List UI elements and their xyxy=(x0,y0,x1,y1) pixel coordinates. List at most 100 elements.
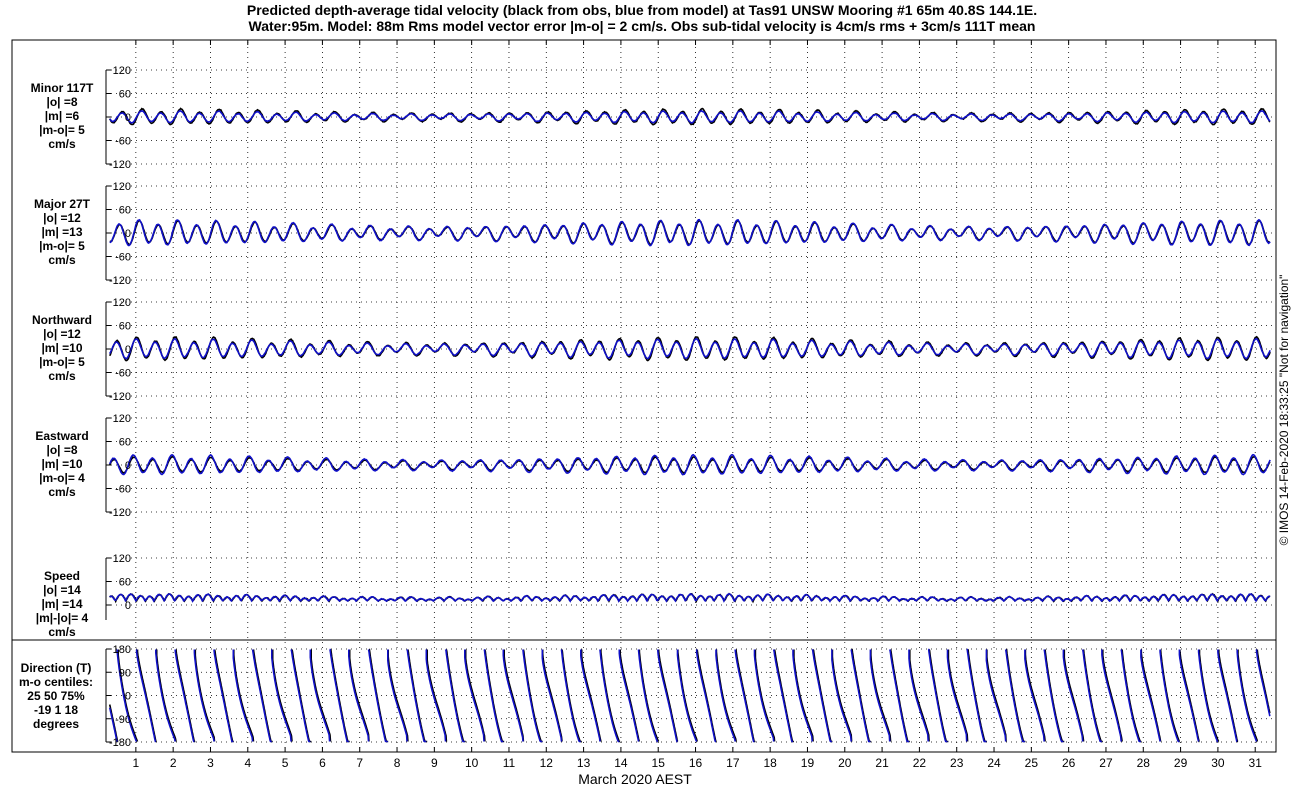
x-tick-label: 5 xyxy=(282,756,289,770)
y-tick-label: 60 xyxy=(119,437,131,449)
panel-label: |m| =6 xyxy=(45,109,80,123)
panel-label: |m-o|= 5 xyxy=(39,123,85,137)
y-tick-label: -60 xyxy=(115,136,131,148)
panel-label: |m|-|o|= 4 xyxy=(36,611,89,625)
panel-label: -19 1 18 xyxy=(34,703,78,717)
x-tick-label: 17 xyxy=(726,756,740,770)
y-tick-label: -180 xyxy=(109,737,131,749)
x-tick-label: 7 xyxy=(356,756,363,770)
y-tick-label: 0 xyxy=(125,228,131,240)
panel-label: cm/s xyxy=(48,137,76,151)
panel-label: |m| =14 xyxy=(41,597,82,611)
x-tick-label: 6 xyxy=(319,756,326,770)
y-tick-label: 120 xyxy=(113,181,131,193)
panel-label: degrees xyxy=(33,717,79,731)
x-tick-label: 23 xyxy=(950,756,964,770)
y-tick-label: 90 xyxy=(119,667,131,679)
y-tick-label: 60 xyxy=(119,577,131,589)
y-tick-label: -120 xyxy=(109,275,131,287)
y-tick-label: 0 xyxy=(125,344,131,356)
y-tick-label: -60 xyxy=(115,484,131,496)
x-tick-label: 15 xyxy=(652,756,666,770)
x-tick-label: 21 xyxy=(875,756,889,770)
panel-label: 25 50 75% xyxy=(27,689,85,703)
x-tick-label: 4 xyxy=(244,756,251,770)
x-tick-label: 3 xyxy=(207,756,214,770)
x-tick-label: 20 xyxy=(838,756,852,770)
model-direction-line xyxy=(108,648,1271,743)
upper-frame xyxy=(11,39,1277,641)
x-tick-label: 1 xyxy=(133,756,140,770)
panel-label: Minor 117T xyxy=(31,81,94,95)
panel-label: Northward xyxy=(32,313,92,327)
panel-label: |m| =13 xyxy=(41,225,82,239)
panel-label: cm/s xyxy=(48,253,76,267)
chart-series xyxy=(108,107,1271,743)
panel-label: m-o centiles: xyxy=(19,675,93,689)
y-tick-labels: 120 60 0 -60 -120 120 60 0 -60 -120 120 60 0 -60 -120 1… xyxy=(109,65,131,749)
panel-label: |o| =8 xyxy=(46,95,77,109)
x-tick-label: 10 xyxy=(465,756,479,770)
x-tick-label: 16 xyxy=(689,756,703,770)
x-tick-label: 13 xyxy=(577,756,591,770)
x-tick-label: 14 xyxy=(614,756,628,770)
x-tick-label: 9 xyxy=(431,756,438,770)
panel-label: |m-o|= 5 xyxy=(39,239,85,253)
y-tick-label: 120 xyxy=(113,297,131,309)
copyright-text: © IMOS 14-Feb-2020 18:33:25 "Not for nav… xyxy=(1277,275,1291,546)
x-tick-label: 19 xyxy=(801,756,815,770)
panel-label: |m-o|= 5 xyxy=(39,355,85,369)
panel-label: cm/s xyxy=(48,625,76,639)
y-tick-label: 180 xyxy=(113,644,131,656)
x-tick-label: 26 xyxy=(1062,756,1076,770)
x-tick-label: 29 xyxy=(1174,756,1188,770)
panel-label: cm/s xyxy=(48,485,76,499)
x-tick-label: 27 xyxy=(1099,756,1113,770)
x-axis-label: March 2020 AEST xyxy=(578,771,692,787)
y-tick-label: 60 xyxy=(119,89,131,101)
y-tick-label: 120 xyxy=(113,65,131,77)
panel-label: cm/s xyxy=(48,369,76,383)
y-tick-label: -60 xyxy=(115,368,131,380)
y-tick-label: 0 xyxy=(125,691,131,703)
x-tick-label: 8 xyxy=(394,756,401,770)
y-tick-label: 60 xyxy=(119,321,131,333)
y-tick-label: 120 xyxy=(113,553,131,565)
x-tick-label: 18 xyxy=(763,756,777,770)
y-tick-label: 0 xyxy=(125,600,131,612)
y-tick-label: -120 xyxy=(109,507,131,519)
y-tick-label: -120 xyxy=(109,159,131,171)
x-tick-label: 25 xyxy=(1025,756,1039,770)
panel-label: |m| =10 xyxy=(41,457,82,471)
x-tick-label: 22 xyxy=(913,756,927,770)
y-tick-label: -120 xyxy=(109,391,131,403)
y-tick-label: 120 xyxy=(113,413,131,425)
chart-grid xyxy=(105,40,1272,752)
panel-labels: Minor 117T|o| =8|m| =6|m-o|= 5cm/sMajor … xyxy=(19,81,94,731)
x-tick-label: 11 xyxy=(503,756,516,770)
x-axis: March 2020 AEST 1 2 3 4 5 6 7 8 9 10 11 12 13 14 15 16 1… xyxy=(133,756,1263,787)
y-tick-label: -60 xyxy=(115,252,131,264)
panel-label: |o| =12 xyxy=(43,327,81,341)
model-series-line xyxy=(109,592,1271,603)
panel-label: Direction (T) xyxy=(21,661,92,675)
panel-label: |o| =8 xyxy=(46,443,77,457)
x-tick-label: 30 xyxy=(1211,756,1225,770)
y-tick-label: 60 xyxy=(119,205,131,217)
x-tick-label: 24 xyxy=(987,756,1001,770)
x-tick-label: 31 xyxy=(1249,756,1263,770)
panel-label: Major 27T xyxy=(34,197,91,211)
panel-label: |m-o|= 4 xyxy=(39,471,85,485)
y-tick-label: 0 xyxy=(125,460,131,472)
y-tick-label: 0 xyxy=(125,112,131,124)
x-tick-label: 2 xyxy=(170,756,177,770)
y-tick-label: -90 xyxy=(115,714,131,726)
panel-label: |o| =14 xyxy=(43,583,81,597)
panel-label: |o| =12 xyxy=(43,211,81,225)
x-tick-label: 12 xyxy=(540,756,554,770)
tidal-velocity-chart: 120600-60-120120600-60-120120600-60-1201… xyxy=(11,39,1291,787)
panel-label: Eastward xyxy=(35,429,88,443)
panel-label: Speed xyxy=(44,569,80,583)
panel-label: |m| =10 xyxy=(41,341,82,355)
x-tick-label: 28 xyxy=(1137,756,1151,770)
